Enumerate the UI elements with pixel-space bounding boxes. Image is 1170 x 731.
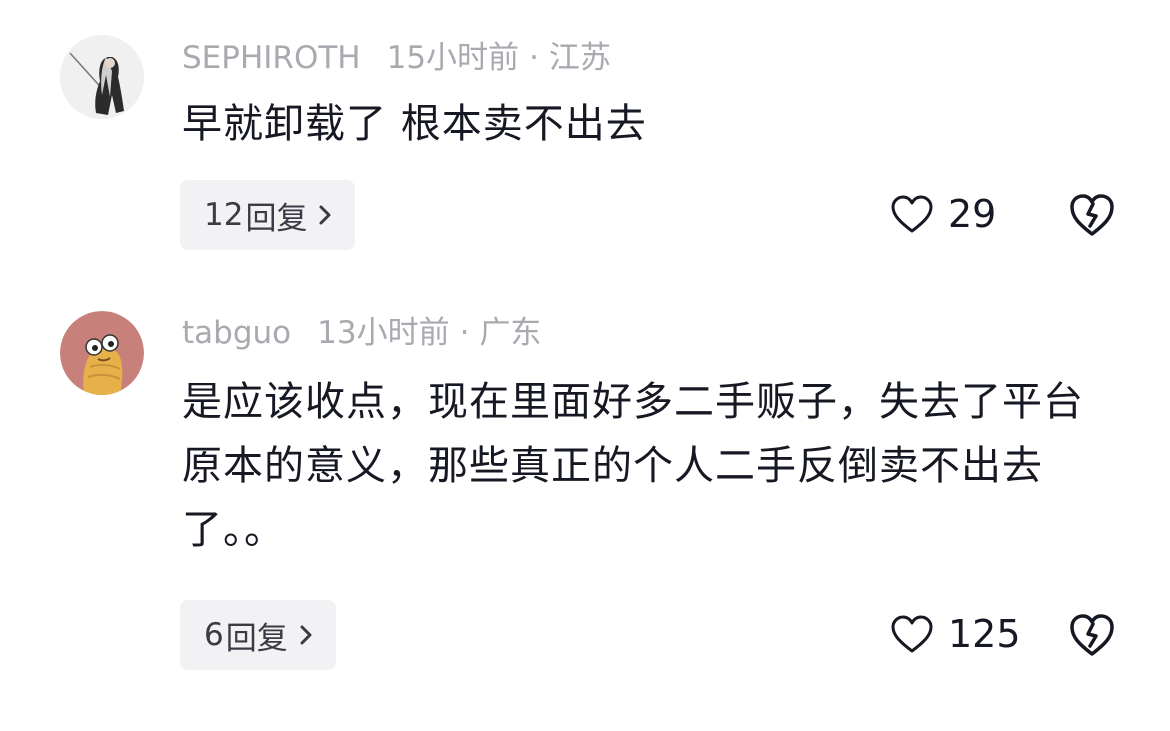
comment-meta: tabguo 13小时前 · 广东 bbox=[182, 313, 541, 353]
like-button[interactable]: 125 bbox=[890, 612, 1021, 656]
broken-heart-icon[interactable] bbox=[1068, 612, 1116, 658]
reply-label: 回复 bbox=[225, 620, 288, 657]
heart-outline-icon bbox=[891, 615, 933, 653]
comment-item: tabguo 13小时前 · 广东 是应该收点，现在里面好多二手贩子，失去了平台原本的… bbox=[0, 0, 1170, 731]
reply-count: 6 bbox=[204, 617, 224, 653]
cartoon-avatar-image bbox=[60, 311, 144, 395]
timestamp: 13小时前 bbox=[317, 315, 450, 351]
meta-separator: · bbox=[459, 315, 470, 351]
view-replies-button[interactable]: 6 回复 bbox=[180, 600, 336, 670]
avatar[interactable] bbox=[60, 311, 144, 395]
location: 广东 bbox=[479, 315, 542, 351]
like-count: 125 bbox=[948, 612, 1021, 656]
chevron-right-icon bbox=[300, 625, 312, 645]
comment-text[interactable]: 是应该收点，现在里面好多二手贩子，失去了平台原本的意义，那些真正的个人二手反倒卖… bbox=[182, 370, 1122, 562]
username[interactable]: tabguo bbox=[182, 315, 291, 351]
